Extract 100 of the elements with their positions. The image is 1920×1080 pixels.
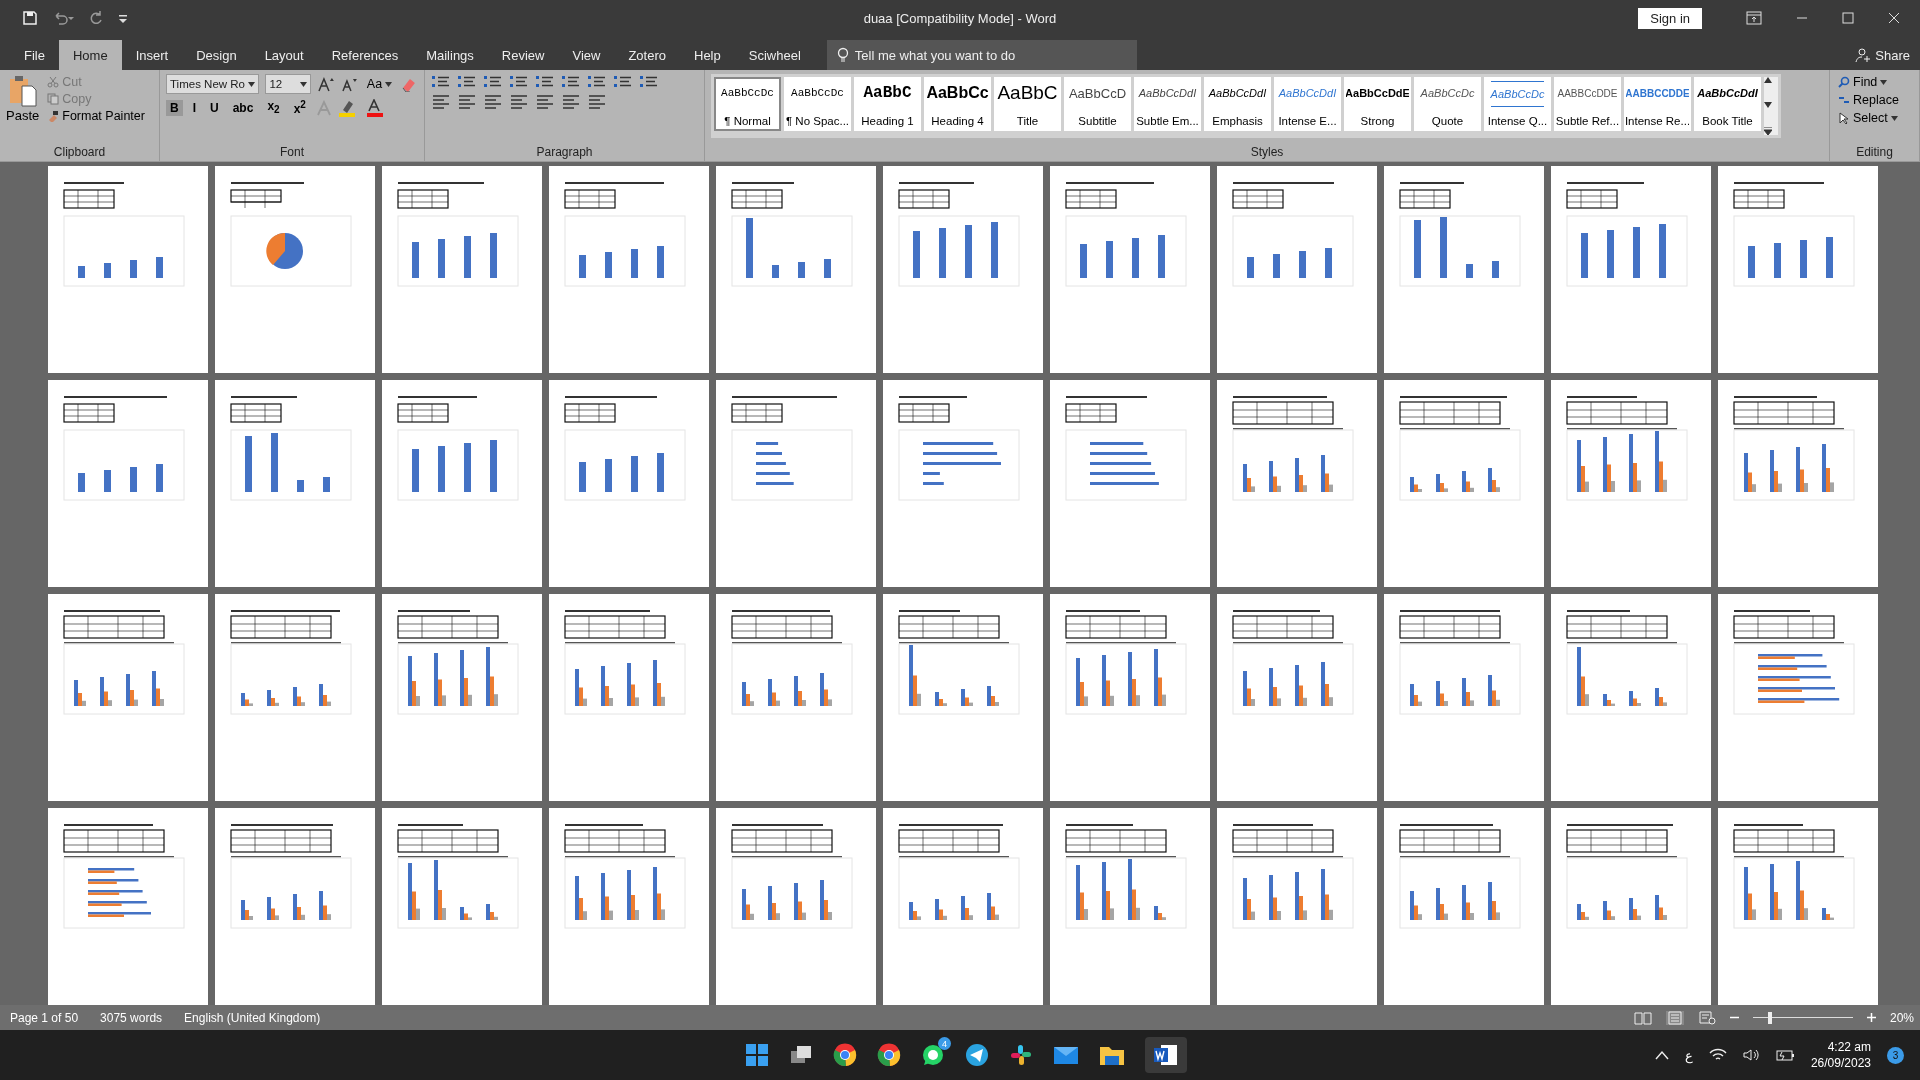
align-left-icon[interactable] [431, 94, 451, 110]
page-thumbnail[interactable] [215, 380, 375, 587]
format-button[interactable]: I [188, 99, 200, 116]
page-thumbnail[interactable] [1050, 594, 1210, 801]
caret-icon[interactable] [248, 81, 256, 87]
page-thumbnail[interactable] [883, 594, 1043, 801]
page-thumbnail[interactable] [215, 808, 375, 1005]
chevron-up-icon[interactable] [1654, 1050, 1669, 1060]
input-language[interactable]: ع [1684, 1047, 1693, 1063]
ribbon-tab[interactable]: View [558, 40, 615, 70]
page-thumbnail[interactable] [716, 594, 876, 801]
page-thumbnail[interactable] [1551, 380, 1711, 587]
share-button[interactable]: Share [1855, 40, 1920, 70]
ribbon-tab[interactable]: Mailings [412, 40, 488, 70]
page-thumbnail[interactable] [549, 808, 709, 1005]
paper-plane-icon[interactable] [965, 1043, 989, 1067]
mail-icon[interactable] [1053, 1044, 1079, 1066]
page-thumbnail[interactable] [1384, 808, 1544, 1005]
style-item[interactable]: AaBbCcD Subtitle [1064, 77, 1131, 131]
page-thumbnail[interactable] [382, 808, 542, 1005]
battery-icon[interactable] [1774, 1048, 1795, 1062]
style-item[interactable]: AaBbCcDdI Book Title [1694, 77, 1761, 131]
format-button[interactable]: x$_{2}$ [263, 98, 284, 117]
style-item[interactable]: AaBbC Heading 1 [854, 77, 921, 131]
format-button[interactable]: U [206, 99, 223, 116]
page-thumbnail[interactable] [1718, 166, 1878, 373]
page-thumbnail[interactable] [1050, 808, 1210, 1005]
replace-button[interactable]: Replace [1836, 92, 1913, 108]
maximize-icon[interactable] [1842, 12, 1854, 24]
page-thumbnail[interactable] [716, 380, 876, 587]
style-item[interactable]: AaBbCcDc Quote [1414, 77, 1481, 131]
zoom-level[interactable]: 20% [1889, 1010, 1914, 1025]
find-button[interactable]: Find [1836, 74, 1913, 90]
page-thumbnail[interactable] [382, 166, 542, 373]
web-layout-icon[interactable] [1697, 1010, 1716, 1025]
page-thumbnail[interactable] [48, 808, 208, 1005]
print-layout-icon[interactable] [1665, 1010, 1684, 1025]
page-thumbnail[interactable] [1718, 808, 1878, 1005]
ribbon-tab[interactable]: File [10, 40, 59, 70]
page-thumbnail[interactable] [1718, 594, 1878, 801]
format-button[interactable]: B [166, 99, 183, 116]
format-button[interactable]: x$^{2}$ [289, 98, 310, 117]
font-size-field[interactable]: 12 [269, 78, 283, 90]
page-thumbnail[interactable] [549, 380, 709, 587]
ribbon-tab[interactable]: Insert [121, 40, 183, 70]
page-thumbnail[interactable] [1217, 380, 1377, 587]
style-item[interactable]: AaBbCcDc Intense Q... [1484, 77, 1551, 131]
format-button[interactable]: abc [228, 99, 258, 116]
ribbon-tab[interactable]: Zotero [614, 40, 680, 70]
clock-date[interactable]: 26/09/2023 [1810, 1056, 1871, 1070]
page-thumbnail[interactable] [215, 166, 375, 373]
tell-me-field[interactable]: Tell me what you want to do [826, 40, 1137, 70]
notification-badge[interactable]: 3 [1887, 1046, 1904, 1064]
page-thumbnail[interactable] [215, 594, 375, 801]
style-item[interactable]: AaBbC Title [994, 77, 1061, 131]
page-thumbnail[interactable] [1050, 166, 1210, 373]
browser-icon[interactable] [877, 1043, 901, 1067]
page-thumbnail[interactable] [1050, 380, 1210, 587]
style-item[interactable]: AABBCCDDE Intense Re... [1624, 77, 1691, 131]
colorful-grid-icon[interactable] [1009, 1043, 1033, 1067]
page-thumbnail[interactable] [1551, 166, 1711, 373]
slider-thumb[interactable] [1767, 1011, 1772, 1024]
start-icon[interactable] [745, 1043, 769, 1067]
ribbon-tab[interactable]: Review [487, 40, 559, 70]
folder-icon[interactable] [1099, 1044, 1125, 1066]
sign-in-button[interactable]: Sign in [1638, 7, 1702, 29]
word-app-icon[interactable] [1145, 1037, 1187, 1073]
page-thumbnail[interactable] [549, 166, 709, 373]
page-thumbnail[interactable] [48, 594, 208, 801]
style-item[interactable]: AaBbCcDdI Emphasis [1204, 77, 1271, 131]
page-thumbnail[interactable] [48, 166, 208, 373]
page-thumbnail[interactable] [1217, 594, 1377, 801]
style-item[interactable]: AaBbCc Heading 4 [924, 77, 991, 131]
style-item[interactable]: AaBbCcDc ¶ No Spac... [784, 77, 851, 131]
chat-app-icon[interactable] [921, 1043, 945, 1067]
bullets-icon[interactable] [431, 74, 451, 90]
ribbon-tab[interactable]: Help [680, 40, 735, 70]
caret-icon[interactable] [300, 81, 308, 87]
page-thumbnail[interactable] [549, 594, 709, 801]
ribbon-tab[interactable]: Design [182, 40, 251, 70]
speaker-icon[interactable] [1742, 1048, 1759, 1062]
page-thumbnail[interactable] [1384, 380, 1544, 587]
format-painter-button[interactable]: Format Painter [45, 108, 147, 124]
browser-icon[interactable] [833, 1043, 857, 1067]
ribbon-display-icon[interactable] [1746, 11, 1762, 25]
style-item[interactable]: AaBbCcDdI Subtle Em... [1134, 77, 1201, 131]
page-thumbnail[interactable] [48, 380, 208, 587]
clock-time[interactable]: 4:22 am [1827, 1040, 1871, 1054]
page-thumbnail[interactable] [1217, 166, 1377, 373]
page-thumbnail[interactable] [1217, 808, 1377, 1005]
ribbon-tab[interactable]: References [317, 40, 413, 70]
page-thumbnail[interactable] [1384, 594, 1544, 801]
close-icon[interactable] [1888, 12, 1900, 24]
undo-icon[interactable] [52, 10, 74, 26]
page-thumbnail[interactable] [883, 166, 1043, 373]
page-count[interactable]: Page 1 of 50 [10, 1010, 79, 1025]
page-thumbnail[interactable] [1551, 808, 1711, 1005]
page-thumbnail[interactable] [382, 380, 542, 587]
wifi-icon[interactable] [1708, 1048, 1727, 1062]
page-thumbnail[interactable] [883, 380, 1043, 587]
